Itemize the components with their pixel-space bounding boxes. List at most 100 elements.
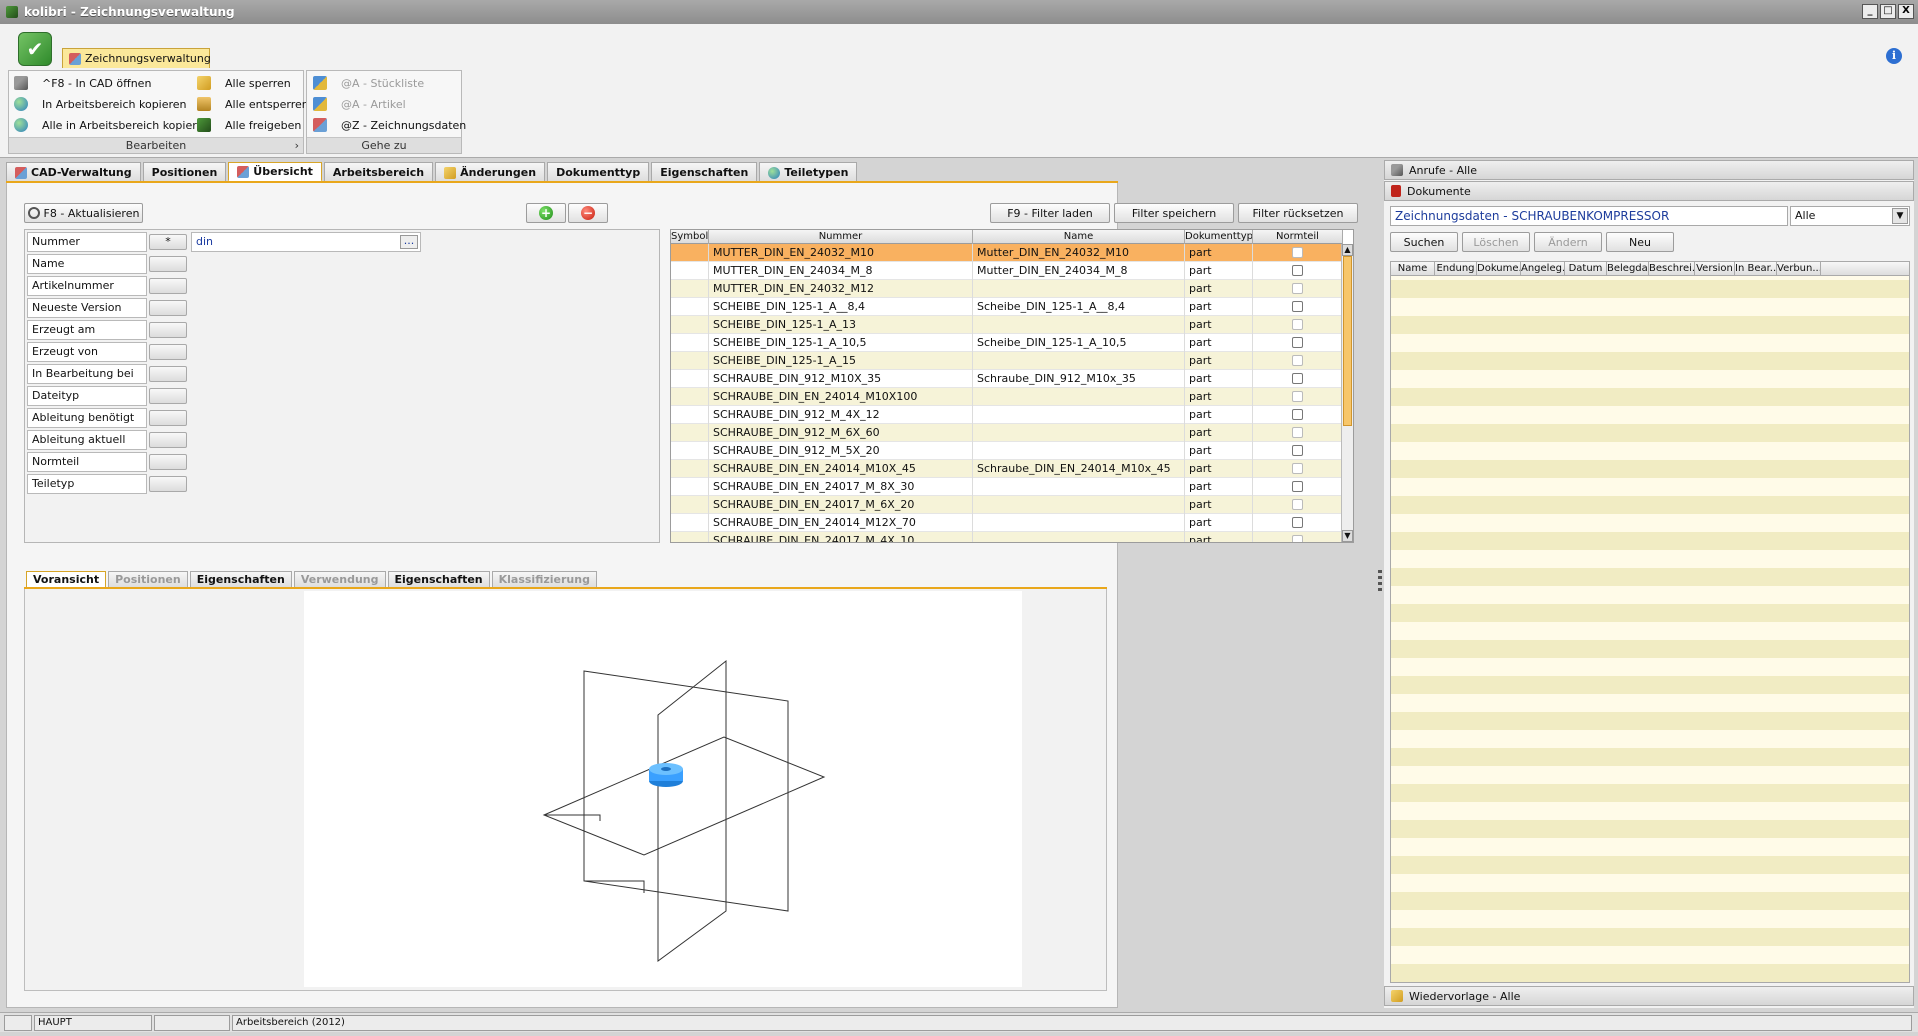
unlock-all-button[interactable]: Alle entsperren <box>197 95 309 113</box>
column-dokumenttyp[interactable]: Dokumenttyp <box>1185 230 1253 244</box>
tab-dokumenttyp[interactable]: Dokumenttyp <box>547 162 650 182</box>
normteil-checkbox[interactable] <box>1292 247 1303 258</box>
filter-operator[interactable] <box>149 256 187 272</box>
documents-column[interactable]: Verbun... <box>1777 262 1821 275</box>
table-row[interactable]: SCHRAUBE_DIN_912_M_4X_12 part <box>671 406 1343 424</box>
save-filter-button[interactable]: Filter speichern <box>1114 203 1234 223</box>
normteil-checkbox[interactable] <box>1292 409 1303 420</box>
documents-column[interactable]: Belegda... <box>1607 262 1649 275</box>
group-expand-icon[interactable]: › <box>295 138 299 153</box>
document-filter-select[interactable]: Alle ▼ <box>1790 206 1910 226</box>
resubmission-bar[interactable]: Wiedervorlage - Alle <box>1384 986 1914 1006</box>
table-row[interactable]: SCHRAUBE_DIN_EN_24017_M_8X_30 part <box>671 478 1343 496</box>
normteil-checkbox[interactable] <box>1292 499 1303 510</box>
normteil-checkbox[interactable] <box>1292 391 1303 402</box>
goto-article-button[interactable]: @A - Artikel <box>313 95 406 113</box>
close-button[interactable]: X <box>1898 4 1914 19</box>
table-row[interactable]: SCHEIBE_DIN_125-1_A_13 part <box>671 316 1343 334</box>
documents-column[interactable]: Datum <box>1565 262 1607 275</box>
normteil-checkbox[interactable] <box>1292 427 1303 438</box>
documents-column[interactable]: Angeleg... <box>1521 262 1565 275</box>
tab-klassifizierung[interactable]: Klassifizierung <box>491 571 597 588</box>
doc-delete-button[interactable]: Löschen <box>1462 232 1530 252</box>
open-in-cad-button[interactable]: ^F8 - In CAD öffnen <box>14 74 151 92</box>
add-filter-button[interactable]: + <box>526 203 566 223</box>
table-row[interactable]: SCHRAUBE_DIN_EN_24014_M12X_70 part <box>671 514 1343 532</box>
table-row[interactable]: MUTTER_DIN_EN_24032_M10 Mutter_DIN_EN_240… <box>671 244 1343 262</box>
copy-to-workspace-button[interactable]: In Arbeitsbereich kopieren <box>14 95 187 113</box>
filter-operator[interactable] <box>149 454 187 470</box>
refresh-button[interactable]: F8 - Aktualisieren <box>24 203 143 223</box>
documents-column[interactable]: Endung <box>1435 262 1477 275</box>
tab-eigenschaften[interactable]: Eigenschaften <box>651 162 758 182</box>
table-row[interactable]: SCHRAUBE_DIN_912_M_5X_20 part <box>671 442 1343 460</box>
cad-preview[interactable] <box>304 591 1022 987</box>
calls-bar[interactable]: Anrufe - Alle <box>1384 160 1914 180</box>
documents-table[interactable]: NameEndungDokume...Angeleg...DatumBelegd… <box>1390 261 1910 983</box>
tab-uebersicht[interactable]: Übersicht <box>228 162 322 182</box>
tab-cad-verwaltung[interactable]: CAD-Verwaltung <box>6 162 141 182</box>
doc-edit-button[interactable]: Ändern <box>1534 232 1602 252</box>
copy-all-to-workspace-button[interactable]: Alle in Arbeitsbereich kopieren <box>14 116 210 134</box>
table-row[interactable]: SCHEIBE_DIN_125-1_A_10,5 Scheibe_DIN_125-… <box>671 334 1343 352</box>
pane-splitter[interactable] <box>1376 160 1384 1008</box>
info-icon[interactable]: i <box>1886 48 1902 64</box>
tab-eigenschaften-detail-2[interactable]: Eigenschaften <box>387 571 490 588</box>
normteil-checkbox[interactable] <box>1292 355 1303 366</box>
documents-column[interactable]: Dokume... <box>1477 262 1521 275</box>
scroll-thumb[interactable] <box>1343 256 1352 426</box>
grid-scrollbar[interactable]: ▲ ▼ <box>1341 244 1353 542</box>
context-field[interactable]: Zeichnungsdaten - SCHRAUBENKOMPRESSOR <box>1390 206 1788 226</box>
normteil-checkbox[interactable] <box>1292 373 1303 384</box>
table-row[interactable]: SCHEIBE_DIN_125-1_A_15 part <box>671 352 1343 370</box>
table-row[interactable]: MUTTER_DIN_EN_24034_M_8 Mutter_DIN_EN_240… <box>671 262 1343 280</box>
tab-eigenschaften-detail[interactable]: Eigenschaften <box>189 571 292 588</box>
normteil-checkbox[interactable] <box>1292 445 1303 456</box>
normteil-checkbox[interactable] <box>1292 283 1303 294</box>
column-symbol[interactable]: Symbol <box>671 230 709 244</box>
tab-positionen-detail[interactable]: Positionen <box>108 571 188 588</box>
normteil-checkbox[interactable] <box>1292 535 1303 542</box>
normteil-checkbox[interactable] <box>1292 481 1303 492</box>
table-row[interactable]: SCHRAUBE_DIN_912_M_6X_60 part <box>671 424 1343 442</box>
normteil-checkbox[interactable] <box>1292 337 1303 348</box>
filter-operator[interactable] <box>149 300 187 316</box>
table-row[interactable]: SCHRAUBE_DIN_EN_24017_M_4X_10 part <box>671 532 1343 542</box>
doc-search-button[interactable]: Suchen <box>1390 232 1458 252</box>
column-nummer[interactable]: Nummer <box>709 230 973 244</box>
filter-operator[interactable] <box>149 388 187 404</box>
filter-value-nummer[interactable]: din ... <box>191 232 421 252</box>
tab-teiletypen[interactable]: Teiletypen <box>759 162 858 182</box>
lock-all-button[interactable]: Alle sperren <box>197 74 291 92</box>
app-logo-icon[interactable]: ✔ <box>18 32 52 66</box>
normteil-checkbox[interactable] <box>1292 319 1303 330</box>
filter-operator[interactable] <box>149 344 187 360</box>
doc-new-button[interactable]: Neu <box>1606 232 1674 252</box>
column-normteil[interactable]: Normteil <box>1253 230 1343 244</box>
table-row[interactable]: SCHRAUBE_DIN_912_M10X_35 Schraube_DIN_912… <box>671 370 1343 388</box>
documents-column[interactable]: Beschrei... <box>1649 262 1695 275</box>
filter-operator[interactable] <box>149 476 187 492</box>
minimize-button[interactable]: _ <box>1862 4 1878 19</box>
filter-operator-nummer[interactable]: * <box>149 234 187 250</box>
chevron-down-icon[interactable]: ▼ <box>1892 208 1908 224</box>
tab-aenderungen[interactable]: Änderungen <box>435 162 546 182</box>
table-row[interactable]: SCHRAUBE_DIN_EN_24014_M10X100 part <box>671 388 1343 406</box>
remove-filter-button[interactable]: − <box>568 203 608 223</box>
filter-operator[interactable] <box>149 432 187 448</box>
filter-operator[interactable] <box>149 410 187 426</box>
table-row[interactable]: MUTTER_DIN_EN_24032_M12 part <box>671 280 1343 298</box>
load-filter-button[interactable]: F9 - Filter laden <box>990 203 1110 223</box>
column-name[interactable]: Name <box>973 230 1185 244</box>
tab-arbeitsbereich[interactable]: Arbeitsbereich <box>323 162 434 182</box>
maximize-button[interactable]: □ <box>1880 4 1896 19</box>
release-all-button[interactable]: Alle freigeben <box>197 116 301 134</box>
documents-bar[interactable]: Dokumente <box>1384 181 1914 201</box>
browse-button[interactable]: ... <box>400 235 418 249</box>
table-row[interactable]: SCHRAUBE_DIN_EN_24014_M10X_45 Schraube_DI… <box>671 460 1343 478</box>
filter-operator[interactable] <box>149 366 187 382</box>
documents-column[interactable]: In Bear... <box>1735 262 1777 275</box>
filter-operator[interactable] <box>149 278 187 294</box>
goto-bom-button[interactable]: @A - Stückliste <box>313 74 424 92</box>
documents-column[interactable]: Name <box>1391 262 1435 275</box>
